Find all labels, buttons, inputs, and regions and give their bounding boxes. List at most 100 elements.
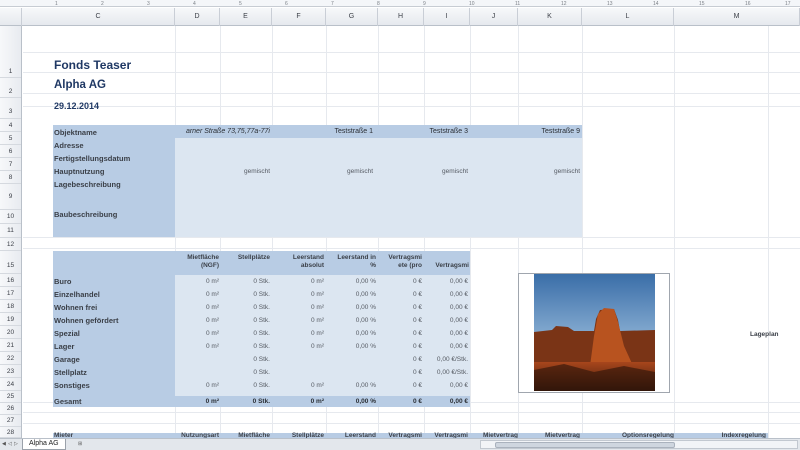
area-value-cell[interactable]: 0 m² (272, 343, 324, 350)
area-value-cell[interactable]: 0 € (378, 343, 422, 350)
area-value-cell[interactable]: 0 Stk. (220, 330, 270, 337)
area-value-cell[interactable]: 0 m² (272, 330, 324, 337)
area-value-cell[interactable]: 0 m² (175, 317, 219, 324)
row-header[interactable]: 26 (0, 403, 21, 415)
area-value-cell[interactable]: 0 Stk. (220, 278, 270, 285)
area-value-cell[interactable]: 0 Stk. (220, 382, 270, 389)
row-header[interactable]: 9 (0, 184, 21, 210)
horizontal-scrollbar[interactable] (480, 440, 798, 449)
column-header[interactable]: G (326, 8, 378, 26)
area-value-cell[interactable]: 0 Stk. (220, 291, 270, 298)
column-header[interactable]: J (470, 8, 518, 26)
next-sheet-icon[interactable]: ▷ (14, 440, 19, 448)
row-header[interactable]: 24 (0, 378, 21, 391)
total-value-cell[interactable]: 0 Stk. (220, 398, 270, 405)
area-value-cell[interactable]: 0,00 % (326, 291, 376, 298)
area-value-cell[interactable]: 0,00 % (326, 317, 376, 324)
object-name-cell[interactable]: Teststraße 1 (273, 128, 373, 135)
row-header[interactable]: 6 (0, 145, 21, 158)
prev-sheet-icon[interactable]: ◁ (8, 440, 13, 448)
column-header[interactable]: M (674, 8, 800, 26)
total-value-cell[interactable]: 0 m² (175, 398, 219, 405)
scrollbar-thumb[interactable] (495, 442, 675, 448)
area-value-cell[interactable]: 0 m² (175, 382, 219, 389)
area-value-cell[interactable]: 0 Stk. (220, 317, 270, 324)
area-value-cell[interactable]: 0,00 € (424, 330, 468, 337)
row-header[interactable]: 19 (0, 313, 21, 326)
row-header[interactable]: 25 (0, 391, 21, 403)
object-name-cell[interactable]: arner Straße 73,75,77a-77i (175, 128, 270, 135)
area-value-cell[interactable]: 0 m² (272, 317, 324, 324)
total-value-cell[interactable]: 0 m² (272, 398, 324, 405)
column-header[interactable]: L (582, 8, 674, 26)
row-header[interactable]: 15 (0, 251, 21, 274)
row-header[interactable]: 11 (0, 224, 21, 238)
area-value-cell[interactable]: 0 Stk. (220, 343, 270, 350)
area-value-cell[interactable]: 0,00 % (326, 382, 376, 389)
row-header[interactable]: 1 (0, 52, 21, 78)
usage-cell[interactable]: gemischt (273, 168, 373, 175)
area-value-cell[interactable]: 0 m² (175, 291, 219, 298)
row-header[interactable]: 28 (0, 427, 21, 438)
row-header[interactable]: 17 (0, 287, 21, 300)
area-value-cell[interactable]: 0 € (378, 304, 422, 311)
area-value-cell[interactable]: 0,00 € (424, 317, 468, 324)
area-value-cell[interactable]: 0 Stk. (220, 369, 270, 376)
area-value-cell[interactable]: 0 m² (175, 304, 219, 311)
first-sheet-icon[interactable]: ◀ (2, 440, 7, 448)
area-value-cell[interactable]: 0,00 % (326, 304, 376, 311)
area-value-cell[interactable]: 0,00 € (424, 291, 468, 298)
area-value-cell[interactable]: 0 € (378, 291, 422, 298)
row-header[interactable]: 8 (0, 171, 21, 184)
area-value-cell[interactable]: 0 € (378, 330, 422, 337)
column-header[interactable]: F (272, 8, 326, 26)
area-value-cell[interactable]: 0 m² (272, 382, 324, 389)
column-header[interactable]: C (22, 8, 175, 26)
area-value-cell[interactable]: 0 Stk. (220, 304, 270, 311)
column-header[interactable]: K (518, 8, 582, 26)
area-value-cell[interactable]: 0,00 % (326, 330, 376, 337)
area-value-cell[interactable]: 0,00 €/Stk. (424, 356, 468, 363)
usage-cell[interactable]: gemischt (373, 168, 468, 175)
area-value-cell[interactable]: 0,00 % (326, 278, 376, 285)
location-photo-frame[interactable] (518, 273, 670, 393)
area-value-cell[interactable]: 0,00 % (326, 343, 376, 350)
total-value-cell[interactable]: 0,00 % (326, 398, 376, 405)
object-name-cell[interactable]: Teststraße 3 (373, 128, 468, 135)
column-header[interactable]: D (175, 8, 220, 26)
column-header[interactable]: I (424, 8, 470, 26)
area-value-cell[interactable]: 0 € (378, 382, 422, 389)
object-name-cell[interactable]: Teststraße 9 (473, 128, 580, 135)
area-value-cell[interactable]: 0 m² (175, 343, 219, 350)
area-value-cell[interactable]: 0,00 € (424, 278, 468, 285)
row-header[interactable]: 10 (0, 210, 21, 224)
total-value-cell[interactable]: 0,00 € (424, 398, 468, 405)
area-value-cell[interactable]: 0,00 € (424, 343, 468, 350)
area-value-cell[interactable]: 0,00 € (424, 304, 468, 311)
area-value-cell[interactable]: 0,00 €/Stk. (424, 369, 468, 376)
usage-cell[interactable]: gemischt (473, 168, 580, 175)
area-value-cell[interactable]: 0 m² (175, 330, 219, 337)
area-value-cell[interactable]: 0 m² (272, 291, 324, 298)
sheet-tab-alpha-ag[interactable]: Alpha AG (22, 439, 66, 450)
row-header[interactable]: 23 (0, 365, 21, 378)
area-value-cell[interactable]: 0 Stk. (220, 356, 270, 363)
column-header[interactable]: H (378, 8, 424, 26)
total-value-cell[interactable]: 0 € (378, 398, 422, 405)
row-header[interactable]: 22 (0, 352, 21, 365)
row-header[interactable]: 2 (0, 78, 21, 98)
select-all-corner[interactable] (0, 8, 22, 26)
row-header[interactable]: 7 (0, 158, 21, 171)
area-value-cell[interactable]: 0 € (378, 317, 422, 324)
row-header[interactable]: 5 (0, 132, 21, 145)
row-header[interactable]: 16 (0, 274, 21, 287)
area-value-cell[interactable]: 0 € (378, 278, 422, 285)
row-header[interactable]: 21 (0, 339, 21, 352)
area-value-cell[interactable]: 0 m² (175, 278, 219, 285)
area-value-cell[interactable]: 0 € (378, 369, 422, 376)
row-header[interactable]: 18 (0, 300, 21, 313)
row-header[interactable]: 4 (0, 119, 21, 132)
row-header[interactable]: 20 (0, 326, 21, 339)
area-value-cell[interactable]: 0 m² (272, 278, 324, 285)
area-value-cell[interactable]: 0,00 € (424, 382, 468, 389)
